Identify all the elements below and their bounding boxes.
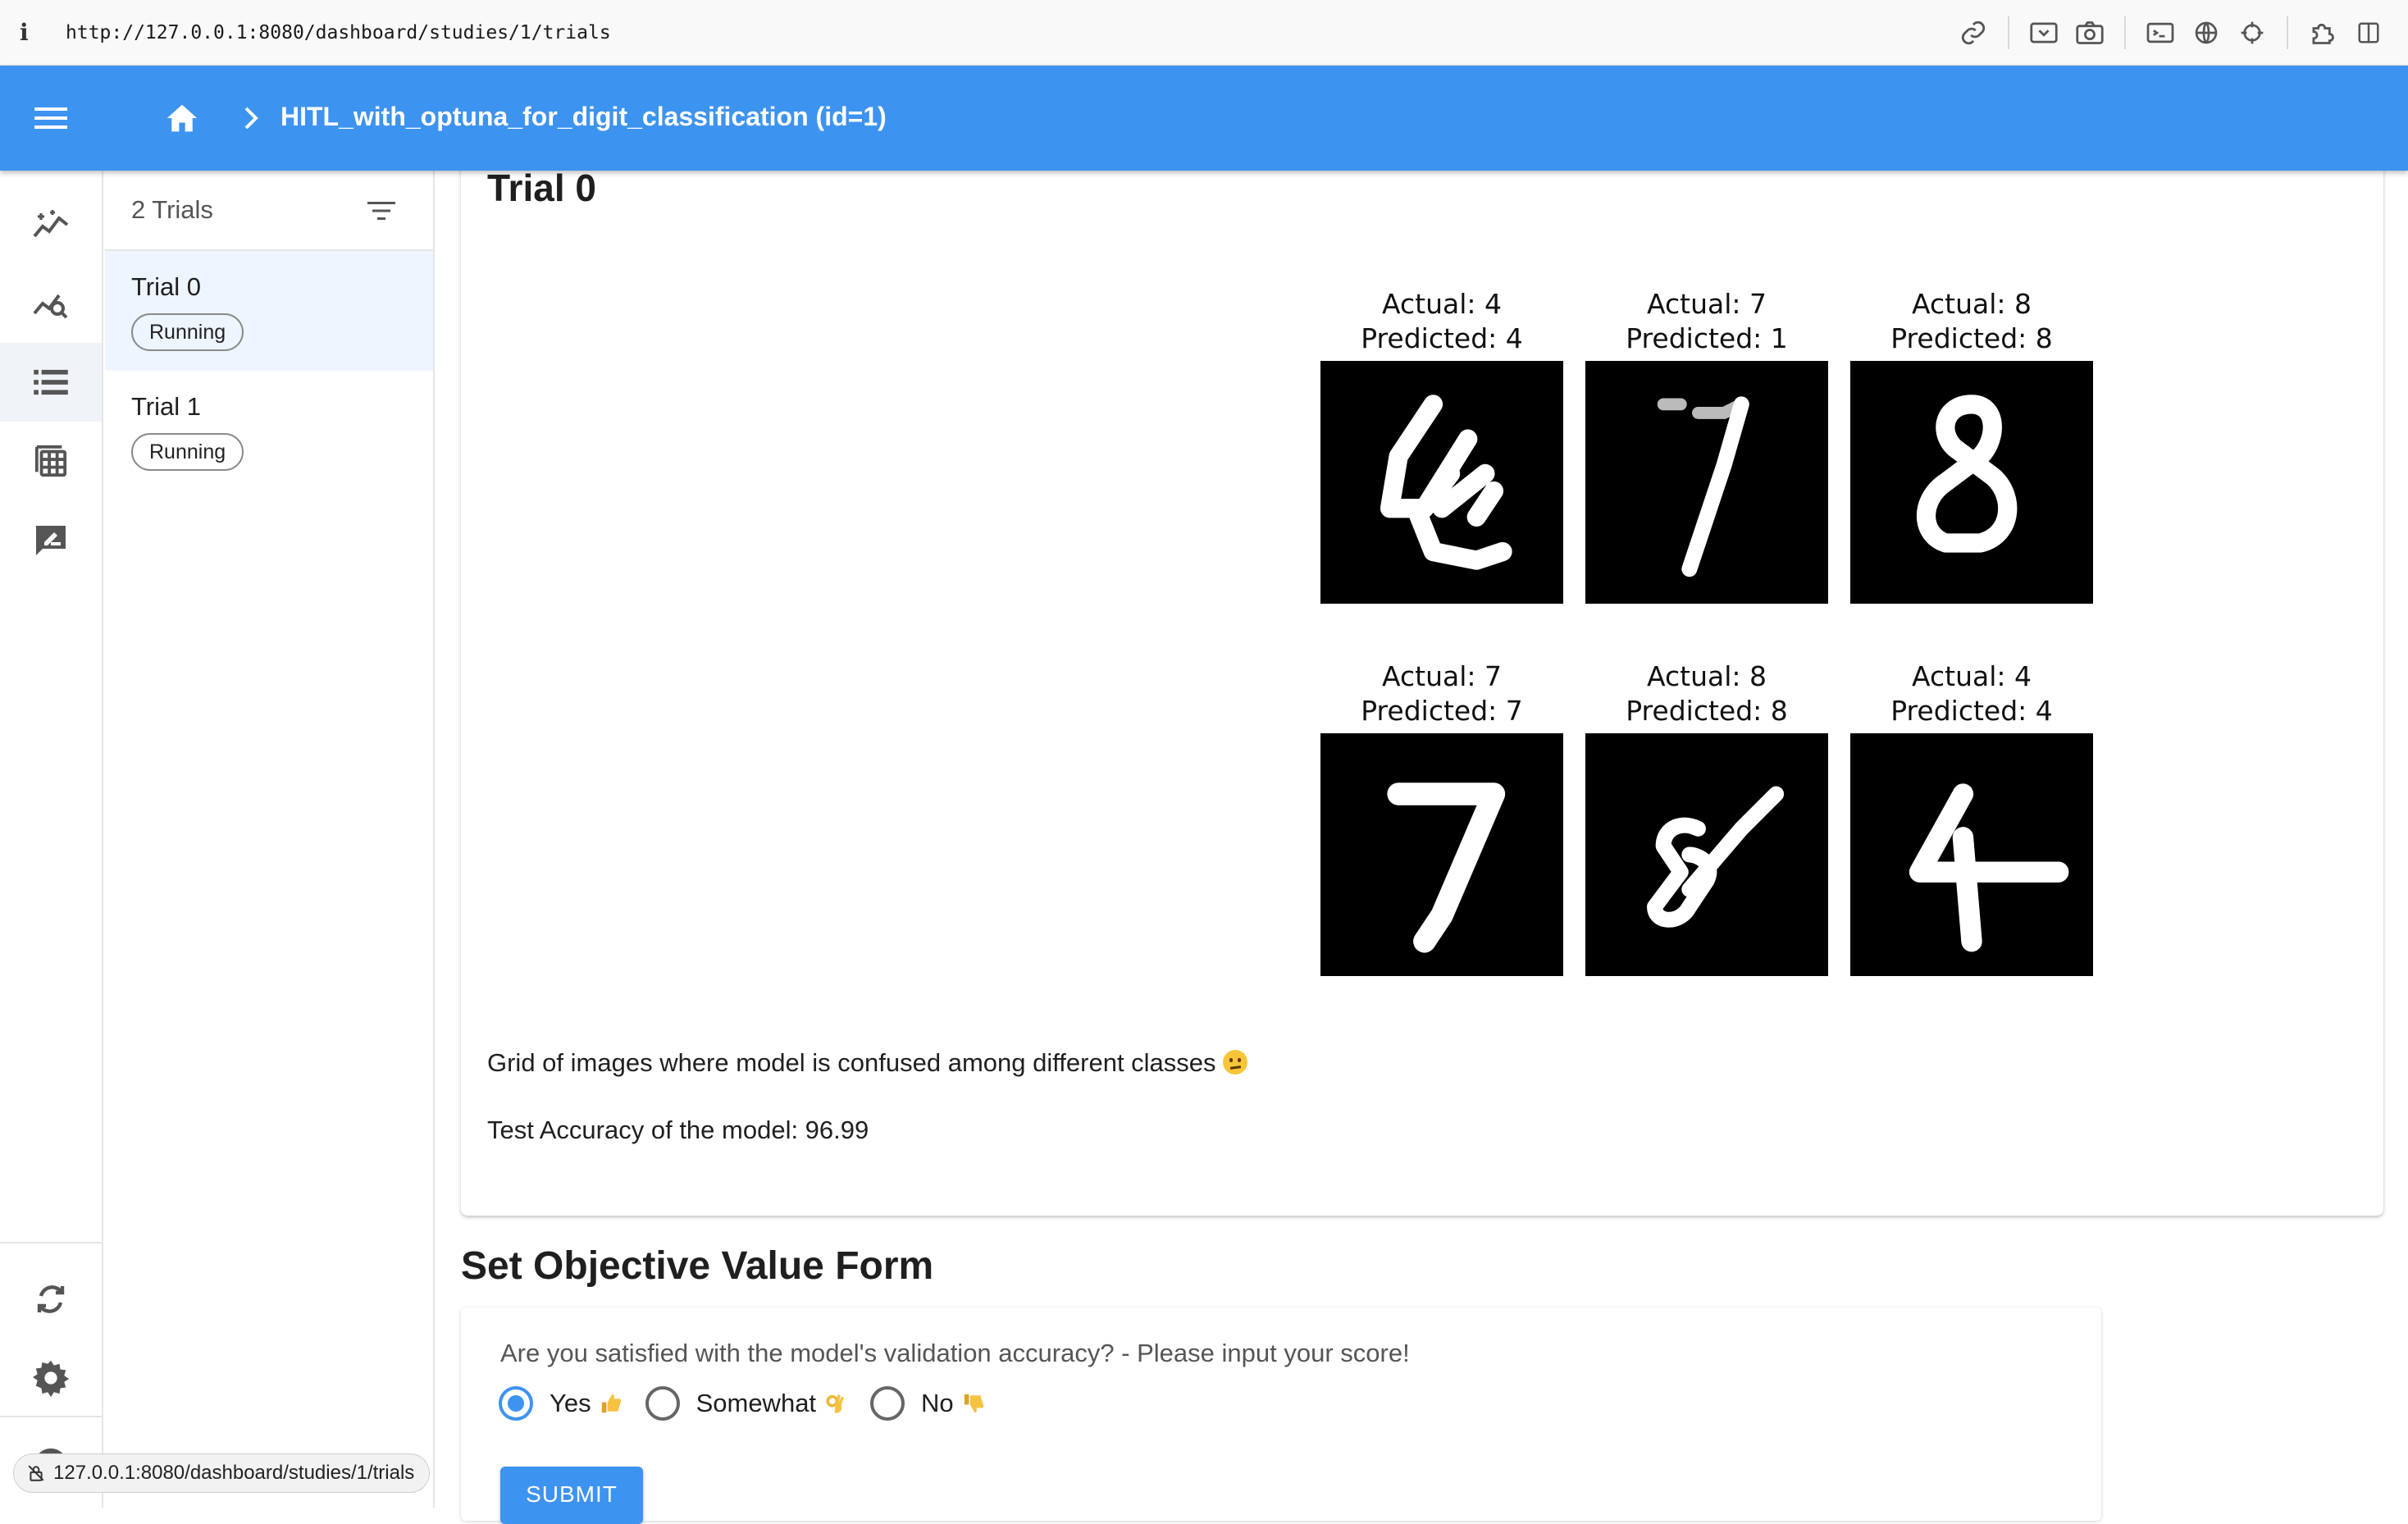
actual-label: Actual: 4 — [1912, 660, 2032, 692]
chevron-right-icon — [235, 102, 267, 135]
radio-button[interactable] — [499, 1386, 533, 1421]
thumbs-up-icon — [601, 1394, 621, 1413]
digit-sample: Actual: 4 Predicted: 4 — [1320, 287, 1563, 604]
trial-list-item[interactable]: Trial 1 Running — [105, 371, 433, 491]
test-accuracy: Test Accuracy of the model: 96.99 — [487, 1116, 869, 1144]
radio-button[interactable] — [870, 1386, 905, 1421]
status-url-text: 127.0.0.1:8080/dashboard/studies/1/trial… — [53, 1462, 415, 1484]
note-edit-icon[interactable] — [0, 500, 102, 579]
thumbs-down-icon — [964, 1394, 983, 1413]
digit-image — [1585, 361, 1828, 604]
grid-caption-text: Grid of images where model is confused a… — [487, 1048, 1216, 1077]
site-info-icon[interactable]: i — [20, 19, 52, 46]
study-title[interactable]: HITL_with_optuna_for_digit_classificatio… — [280, 102, 887, 132]
extensions-icon[interactable] — [2300, 10, 2346, 56]
terminal-icon[interactable] — [2137, 10, 2183, 56]
predicted-label: Predicted: 4 — [1361, 322, 1523, 354]
status-badge: Running — [131, 313, 244, 351]
trial-list-header: 2 Trials — [105, 171, 433, 251]
filter-icon[interactable] — [363, 192, 400, 230]
digit-sample: Actual: 7 Predicted: 7 — [1320, 659, 1563, 976]
predicted-label: Predicted: 8 — [1890, 322, 2053, 354]
digit-image — [1320, 733, 1563, 976]
radio-label: No — [921, 1389, 954, 1417]
predicted-label: Predicted: 8 — [1626, 695, 1788, 727]
status-url-tooltip: 127.0.0.1:8080/dashboard/studies/1/trial… — [13, 1453, 431, 1493]
app-bar: HITL_with_optuna_for_digit_classificatio… — [0, 66, 2408, 171]
digit-sample: Actual: 8 Predicted: 8 — [1585, 659, 1828, 976]
submit-button[interactable]: SUBMIT — [500, 1467, 643, 1524]
radio-option-no[interactable]: No — [870, 1386, 985, 1421]
digit-sample: Actual: 8 Predicted: 8 — [1850, 287, 2093, 604]
digit-sample: Actual: 4 Predicted: 4 — [1850, 659, 2093, 976]
digit-image — [1850, 361, 2093, 604]
actual-label: Actual: 8 — [1912, 288, 2032, 320]
form-question: Are you satisfied with the model's valid… — [500, 1339, 1410, 1367]
digit-image — [1850, 733, 2093, 976]
trial-heading: Trial 0 — [487, 167, 596, 209]
history-sparkle-icon[interactable] — [0, 185, 102, 264]
digit-image — [1585, 733, 1828, 976]
actual-label: Actual: 4 — [1382, 288, 1502, 320]
ok-hand-icon — [826, 1394, 844, 1413]
home-icon[interactable] — [157, 94, 207, 143]
predicted-label: Predicted: 1 — [1626, 322, 1788, 354]
trial-list-panel: 2 Trials Trial 0 Running Trial 1 Running — [105, 171, 435, 1508]
actual-label: Actual: 8 — [1647, 660, 1767, 692]
settings-icon[interactable] — [0, 1339, 102, 1417]
grid-caption: Grid of images where model is confused a… — [487, 1048, 1247, 1078]
link-icon[interactable] — [1950, 10, 1996, 56]
reload-icon[interactable] — [0, 1260, 102, 1339]
trial-item-title: Trial 0 — [131, 272, 201, 301]
reader-icon[interactable] — [2021, 10, 2067, 56]
insecure-lock-icon — [28, 1465, 44, 1481]
trial-table-icon[interactable] — [0, 422, 102, 500]
trial-list-item[interactable]: Trial 0 Running — [105, 251, 433, 371]
rail-divider — [0, 1242, 102, 1243]
confused-face-icon — [1222, 1050, 1247, 1075]
radio-label: Somewhat — [695, 1389, 817, 1417]
actual-label: Actual: 7 — [1382, 660, 1502, 692]
radio-option-yes[interactable]: Yes — [499, 1386, 623, 1421]
rail-divider — [0, 1416, 102, 1417]
predicted-label: Predicted: 4 — [1890, 695, 2053, 727]
analytics-search-icon[interactable] — [0, 264, 102, 343]
address-bar[interactable]: http://127.0.0.1:8080/dashboard/studies/… — [66, 22, 611, 43]
digit-image — [1320, 361, 1563, 604]
actual-label: Actual: 7 — [1647, 288, 1767, 320]
crosshair-icon[interactable] — [2229, 10, 2275, 56]
status-badge: Running — [131, 433, 244, 471]
sidebar-icon[interactable] — [2346, 10, 2392, 56]
menu-icon[interactable] — [28, 95, 74, 141]
radio-button[interactable] — [645, 1386, 680, 1421]
trial-count: 2 Trials — [131, 195, 213, 224]
trial-item-title: Trial 1 — [131, 392, 201, 421]
radio-label: Yes — [550, 1389, 591, 1417]
camera-icon[interactable] — [2067, 10, 2113, 56]
form-heading: Set Objective Value Form — [461, 1244, 934, 1288]
browser-toolbar-icons — [1950, 0, 2392, 66]
score-radio-group: Yes Somewhat No — [499, 1386, 1008, 1421]
trial-list-icon[interactable] — [0, 343, 102, 422]
navigation-rail — [0, 171, 103, 1508]
globe-icon[interactable] — [2183, 10, 2229, 56]
browser-toolbar: i http://127.0.0.1:8080/dashboard/studie… — [0, 0, 2408, 66]
predicted-label: Predicted: 7 — [1361, 695, 1523, 727]
radio-option-somewhat[interactable]: Somewhat — [645, 1386, 847, 1421]
digit-sample: Actual: 7 Predicted: 1 — [1585, 287, 1828, 604]
